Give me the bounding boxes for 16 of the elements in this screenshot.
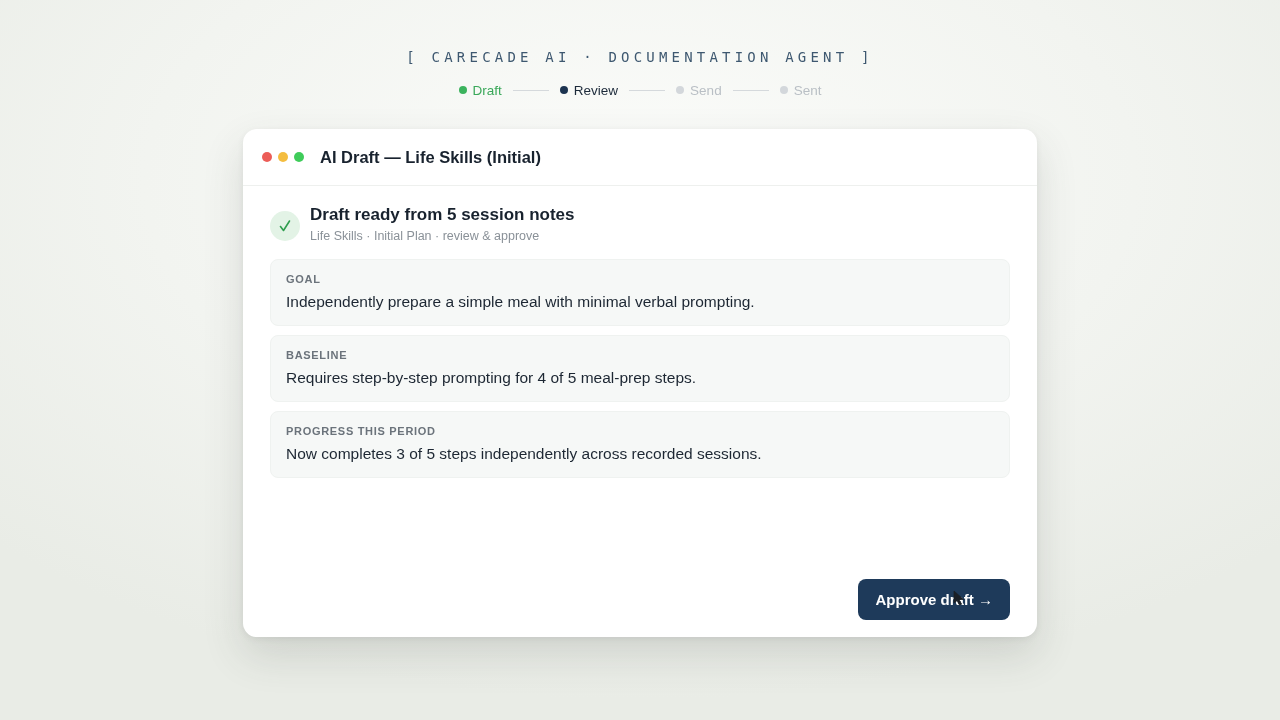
section-text: Requires step-by-step prompting for 4 of 5 meal-prep steps.	[286, 368, 698, 388]
section-label: BASELINE	[286, 348, 349, 362]
window-controls-icon	[262, 152, 304, 162]
summary-subtitle: Life Skills · Initial Plan · review & approve	[310, 228, 541, 245]
step-label: Review	[573, 82, 619, 98]
section-text: Now completes 3 of 5 steps independently across recorded sessions.	[286, 444, 763, 464]
section-label: PROGRESS THIS PERIOD	[286, 424, 437, 438]
check-icon	[270, 211, 300, 241]
step-label: Send	[690, 82, 722, 98]
section-label: GOAL	[286, 272, 322, 286]
section-text: Independently prepare a simple meal with minimal verbal prompting.	[286, 292, 756, 312]
step-label: Draft	[472, 82, 502, 98]
agent-title: [ CARECADE AI · DOCUMENTATION AGENT ]	[406, 48, 874, 67]
window-title: AI Draft — Life Skills (Initial)	[320, 147, 541, 167]
step-label: Sent	[793, 82, 822, 98]
summary-title: Draft ready from 5 session notes	[310, 204, 575, 226]
